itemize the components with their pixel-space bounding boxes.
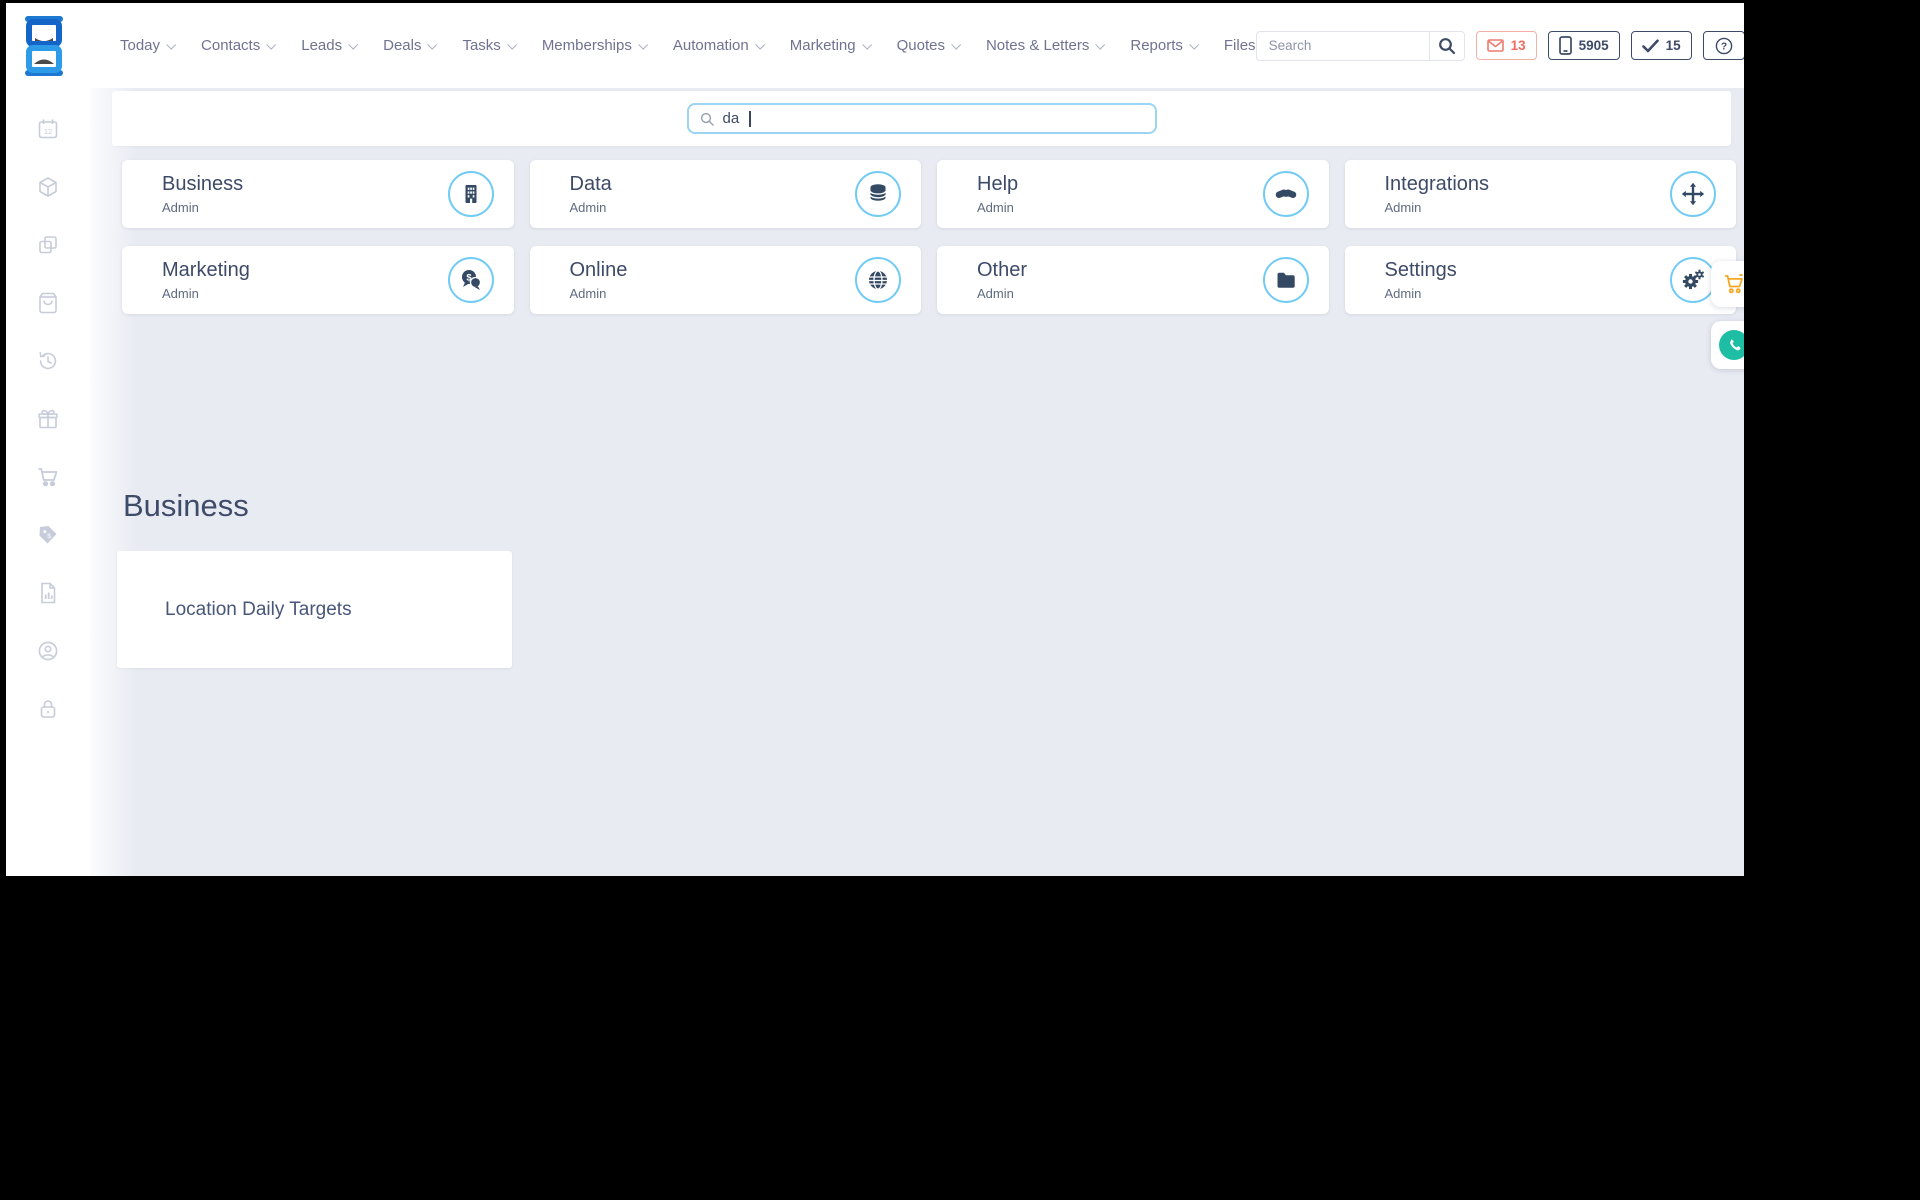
- sidebar: 12 $: [6, 88, 90, 876]
- gears-icon: [1670, 257, 1716, 303]
- whatsapp-icon: [1719, 330, 1744, 360]
- main-nav: Today Contacts Leads Deals Tasks Members…: [120, 37, 1256, 54]
- svg-text:?: ?: [1721, 41, 1727, 52]
- category-card-integrations[interactable]: Integrations Admin: [1344, 160, 1736, 228]
- module-search-value: da: [722, 110, 740, 127]
- nav-quotes[interactable]: Quotes: [897, 37, 962, 54]
- topbar-right: 13 5905 15 ? LONDON SUPPORT: [1255, 27, 1744, 64]
- chevron-down-icon: [266, 39, 277, 50]
- section-heading: Business: [123, 488, 249, 523]
- sidebar-item-shop[interactable]: [35, 291, 61, 315]
- tasks-badge[interactable]: 15: [1630, 31, 1692, 60]
- category-card-marketing[interactable]: Marketing Admin $: [122, 246, 514, 314]
- copy-icon: [39, 236, 57, 254]
- history-icon: [39, 351, 57, 370]
- nav-today[interactable]: Today: [120, 37, 177, 54]
- category-card-business[interactable]: Business Admin: [122, 160, 514, 228]
- category-card-settings[interactable]: Settings Admin: [1344, 246, 1736, 314]
- sidebar-item-products[interactable]: [35, 175, 61, 199]
- app-window: Today Contacts Leads Deals Tasks Members…: [6, 3, 1744, 876]
- gift-icon: [38, 409, 58, 429]
- move-arrows-icon: [1670, 171, 1716, 217]
- building-icon: [447, 171, 494, 217]
- handshake-icon: [1262, 171, 1309, 217]
- lock-icon: [40, 700, 56, 718]
- cart-icon: [1725, 274, 1743, 294]
- nav-reports[interactable]: Reports: [1130, 37, 1200, 54]
- app-logo-hourglass-icon: [20, 14, 68, 78]
- folder-icon: [1262, 257, 1309, 303]
- sidebar-item-pricing[interactable]: $: [35, 523, 61, 547]
- search-icon: [1438, 37, 1455, 54]
- cart-float-button[interactable]: [1711, 261, 1744, 307]
- globe-icon: [855, 257, 901, 303]
- cube-icon: [39, 177, 57, 197]
- sidebar-item-history[interactable]: [35, 349, 61, 373]
- sidebar-item-cart[interactable]: [35, 465, 61, 489]
- topbar-search: [1255, 30, 1465, 61]
- chevron-down-icon: [638, 39, 649, 50]
- chevron-down-icon: [427, 39, 438, 50]
- envelope-icon: [1486, 39, 1504, 52]
- database-icon: [855, 171, 901, 217]
- chevron-down-icon: [1095, 39, 1106, 50]
- category-card-other[interactable]: Other Admin: [937, 246, 1329, 314]
- price-tag-icon: $: [39, 526, 57, 544]
- chat-dollar-icon: $: [447, 257, 494, 303]
- chevron-down-icon: [166, 39, 177, 50]
- mail-badge[interactable]: 13: [1475, 31, 1537, 60]
- topbar-search-button[interactable]: [1428, 30, 1465, 61]
- shopping-bag-icon: [39, 292, 57, 314]
- cart-icon: [38, 468, 58, 487]
- nav-files[interactable]: Files: [1224, 37, 1256, 54]
- chevron-down-icon: [348, 39, 359, 50]
- nav-leads[interactable]: Leads: [301, 37, 359, 54]
- chevron-down-icon: [861, 39, 872, 50]
- nav-notes-letters[interactable]: Notes & Letters: [986, 37, 1106, 54]
- whatsapp-float-button[interactable]: [1711, 321, 1744, 369]
- user-circle-icon: [38, 641, 58, 661]
- report-icon: [41, 582, 56, 604]
- tasks-count: 15: [1665, 38, 1681, 53]
- nav-marketing[interactable]: Marketing: [790, 37, 872, 54]
- help-badge[interactable]: ?: [1702, 31, 1744, 60]
- question-icon: ?: [1715, 37, 1732, 54]
- category-card-help[interactable]: Help Admin: [937, 160, 1329, 228]
- chevron-down-icon: [507, 39, 517, 50]
- check-icon: [1641, 39, 1659, 52]
- chevron-down-icon: [754, 39, 765, 50]
- svg-text:$: $: [47, 533, 51, 540]
- nav-memberships[interactable]: Memberships: [542, 37, 649, 54]
- nav-automation[interactable]: Automation: [673, 37, 765, 54]
- calls-badge[interactable]: 5905: [1547, 31, 1620, 60]
- search-icon: [700, 112, 714, 126]
- mobile-phone-icon: [1558, 36, 1572, 55]
- topbar-search-input[interactable]: [1255, 30, 1429, 61]
- sidebar-item-security[interactable]: [35, 697, 61, 721]
- calendar-icon: 12: [38, 119, 58, 139]
- module-search-input[interactable]: da: [686, 103, 1157, 134]
- sidebar-item-duplicates[interactable]: [35, 233, 61, 257]
- nav-deals[interactable]: Deals: [383, 37, 438, 54]
- calls-count: 5905: [1578, 38, 1609, 53]
- module-search-panel: da: [112, 91, 1731, 146]
- svg-text:12: 12: [44, 127, 52, 136]
- category-card-data[interactable]: Data Admin: [529, 160, 921, 228]
- category-grid: Business Admin Data Admin Help Admin Int…: [122, 160, 1736, 314]
- sidebar-item-gifts[interactable]: [35, 407, 61, 431]
- nav-contacts[interactable]: Contacts: [201, 37, 277, 54]
- topbar: Today Contacts Leads Deals Tasks Members…: [6, 3, 1744, 88]
- text-caret: [749, 110, 751, 127]
- sidebar-item-reports[interactable]: [35, 581, 61, 605]
- chevron-down-icon: [951, 39, 962, 50]
- category-card-online[interactable]: Online Admin: [529, 246, 921, 314]
- sidebar-item-calendar[interactable]: 12: [35, 117, 61, 141]
- nav-tasks[interactable]: Tasks: [462, 37, 517, 54]
- chevron-down-icon: [1189, 39, 1200, 50]
- mail-count: 13: [1510, 38, 1526, 53]
- result-item-location-daily-targets[interactable]: Location Daily Targets: [117, 551, 512, 668]
- main-content: da Business Admin Data Admin Help Admin …: [90, 88, 1744, 876]
- sidebar-item-account[interactable]: [35, 639, 61, 663]
